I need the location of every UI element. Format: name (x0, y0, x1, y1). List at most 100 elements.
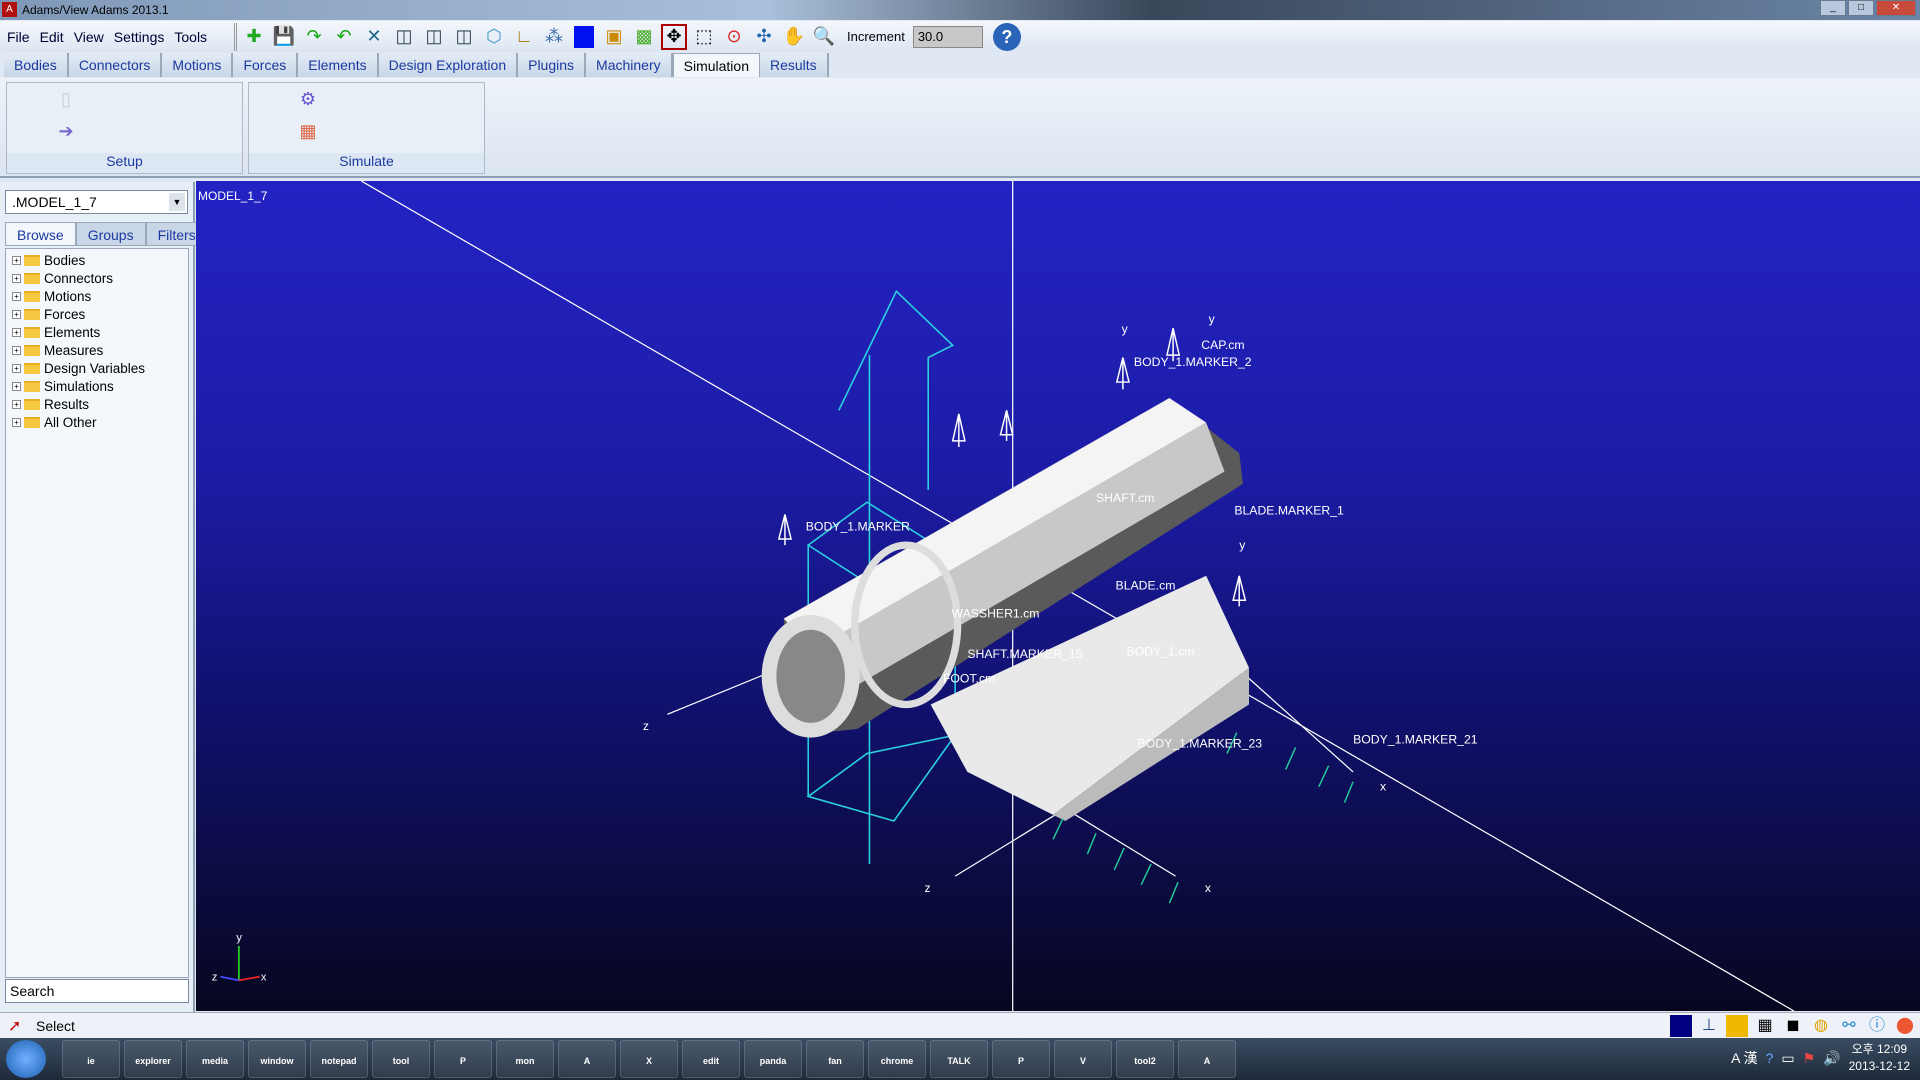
taskbar-app-17[interactable]: tool2 (1116, 1040, 1174, 1078)
pan-icon[interactable]: ✋ (781, 24, 807, 50)
zoom-box-icon[interactable]: ⬚ (691, 24, 717, 50)
maximize-button[interactable]: □ (1848, 0, 1874, 16)
search-input[interactable]: Search (5, 979, 189, 1003)
expand-icon[interactable]: + (12, 381, 21, 391)
taskbar-app-11[interactable]: panda (744, 1040, 802, 1078)
top-view-icon[interactable]: ◫ (451, 24, 477, 50)
fit-icon[interactable]: ✥ (661, 23, 687, 50)
model-select[interactable]: .MODEL_1_7 ▼ (5, 190, 188, 214)
taskbar-app-12[interactable]: fan (806, 1040, 864, 1078)
taskbar-app-2[interactable]: media (186, 1040, 244, 1078)
group-icon[interactable]: ▩ (631, 24, 657, 50)
tab-elements[interactable]: Elements (298, 53, 379, 77)
taskbar-app-7[interactable]: mon (496, 1040, 554, 1078)
dialog-icon[interactable]: ▣ (601, 24, 627, 50)
expand-icon[interactable]: + (12, 363, 21, 373)
taskbar-app-6[interactable]: P (434, 1040, 492, 1078)
expand-icon[interactable]: + (12, 273, 21, 283)
chevron-down-icon[interactable]: ▼ (169, 193, 185, 211)
taskbar-app-4[interactable]: notepad (310, 1040, 368, 1078)
tab-groups[interactable]: Groups (75, 222, 146, 246)
tree-item-elements[interactable]: + Elements (6, 323, 188, 341)
taskbar-app-8[interactable]: A (558, 1040, 616, 1078)
menu-file[interactable]: File (7, 29, 30, 45)
expand-icon[interactable]: + (12, 327, 21, 337)
expand-icon[interactable]: + (12, 345, 21, 355)
front-view-icon[interactable]: ◫ (391, 24, 417, 50)
expand-icon[interactable]: + (12, 399, 21, 409)
expand-icon[interactable]: + (12, 309, 21, 319)
tab-plugins[interactable]: Plugins (518, 53, 587, 77)
expand-icon[interactable]: + (12, 291, 21, 301)
tab-forces[interactable]: Forces (233, 53, 299, 77)
ime-indicator[interactable]: A 漢 (1731, 1048, 1757, 1068)
menu-edit[interactable]: Edit (40, 29, 64, 45)
undo-icon[interactable]: ↶ (331, 24, 357, 50)
document-icon[interactable]: ▯ (55, 89, 77, 113)
taskbar-app-16[interactable]: V (1054, 1040, 1112, 1078)
taskbar-app-13[interactable]: chrome (868, 1040, 926, 1078)
taskbar-app-18[interactable]: A (1178, 1040, 1236, 1078)
render-mode-icon[interactable]: ◼ (1782, 1015, 1804, 1037)
coordinate-icon[interactable]: ∟ (511, 24, 537, 50)
tree-item-all-other[interactable]: + All Other (6, 413, 188, 431)
tree-item-forces[interactable]: + Forces (6, 305, 188, 323)
help-tray-icon[interactable]: ? (1766, 1050, 1774, 1066)
volume-icon[interactable]: 🔊 (1823, 1050, 1840, 1067)
zoom-icon[interactable]: 🔍 (811, 24, 837, 50)
side-view-icon[interactable]: ◫ (421, 24, 447, 50)
iso-view-icon[interactable]: ⬡ (481, 24, 507, 50)
render-options-icon[interactable]: ⁂ (541, 24, 567, 50)
color-fill-icon[interactable] (1726, 1015, 1748, 1037)
taskbar-app-10[interactable]: edit (682, 1040, 740, 1078)
import-icon[interactable]: ➔ (55, 121, 77, 145)
flag-icon[interactable]: ⚑ (1803, 1050, 1816, 1067)
select-tools-icon[interactable]: ✕ (361, 24, 387, 50)
tree-item-results[interactable]: + Results (6, 395, 188, 413)
grid-icon[interactable]: ▦ (1754, 1015, 1776, 1037)
menu-settings[interactable]: Settings (114, 29, 165, 45)
info-icon[interactable]: ⓘ (1866, 1015, 1888, 1037)
3d-viewport[interactable]: CAP.cm BODY_1.MARKER_2 SHAFT.cm BLADE.MA… (196, 181, 1920, 1011)
tab-simulation[interactable]: Simulation (672, 53, 760, 77)
tab-browse[interactable]: Browse (5, 222, 76, 246)
close-button[interactable]: ✕ (1876, 0, 1916, 16)
stop-icon[interactable]: ⬤ (1894, 1015, 1916, 1037)
rotate-icon[interactable]: ✣ (751, 24, 777, 50)
taskbar-app-1[interactable]: explorer (124, 1040, 182, 1078)
minimize-button[interactable]: _ (1820, 0, 1846, 16)
target-icon[interactable]: ⊙ (721, 24, 747, 50)
tab-connectors[interactable]: Connectors (68, 53, 163, 77)
taskbar-app-9[interactable]: X (620, 1040, 678, 1078)
tab-design-exploration[interactable]: Design Exploration (378, 53, 519, 77)
menu-view[interactable]: View (74, 29, 104, 45)
tree-item-simulations[interactable]: + Simulations (6, 377, 188, 395)
taskbar-app-5[interactable]: tool (372, 1040, 430, 1078)
tree-item-bodies[interactable]: + Bodies (6, 251, 188, 269)
background-color-icon[interactable] (1670, 1015, 1692, 1037)
taskbar-app-15[interactable]: P (992, 1040, 1050, 1078)
tree-item-design-variables[interactable]: + Design Variables (6, 359, 188, 377)
globe-icon[interactable]: ◍ (1810, 1015, 1832, 1037)
tree-item-connectors[interactable]: + Connectors (6, 269, 188, 287)
simulation-table-icon[interactable]: ▦ (297, 121, 319, 145)
start-button[interactable] (6, 1040, 46, 1078)
clock[interactable]: 오후 12:09 2013-12-12 (1849, 1041, 1910, 1075)
color-icon[interactable] (571, 24, 597, 50)
taskbar-app-14[interactable]: TALK (930, 1040, 988, 1078)
redo-icon[interactable]: ↷ (301, 24, 327, 50)
network-tray-icon[interactable]: ▭ (1781, 1050, 1794, 1067)
axes-icon[interactable]: ⊥ (1698, 1015, 1720, 1037)
taskbar-app-3[interactable]: window (248, 1040, 306, 1078)
tab-machinery[interactable]: Machinery (586, 53, 673, 77)
new-model-icon[interactable]: ✚ (241, 24, 267, 50)
menu-tools[interactable]: Tools (174, 29, 207, 45)
gear-icon[interactable]: ⚙ (297, 89, 319, 113)
expand-icon[interactable]: + (12, 417, 21, 427)
tab-results[interactable]: Results (760, 53, 829, 77)
expand-icon[interactable]: + (12, 255, 21, 265)
increment-input[interactable]: 30.0 (912, 25, 983, 48)
tree-item-motions[interactable]: + Motions (6, 287, 188, 305)
help-button[interactable]: ? (992, 22, 1021, 51)
tab-bodies[interactable]: Bodies (4, 53, 69, 77)
